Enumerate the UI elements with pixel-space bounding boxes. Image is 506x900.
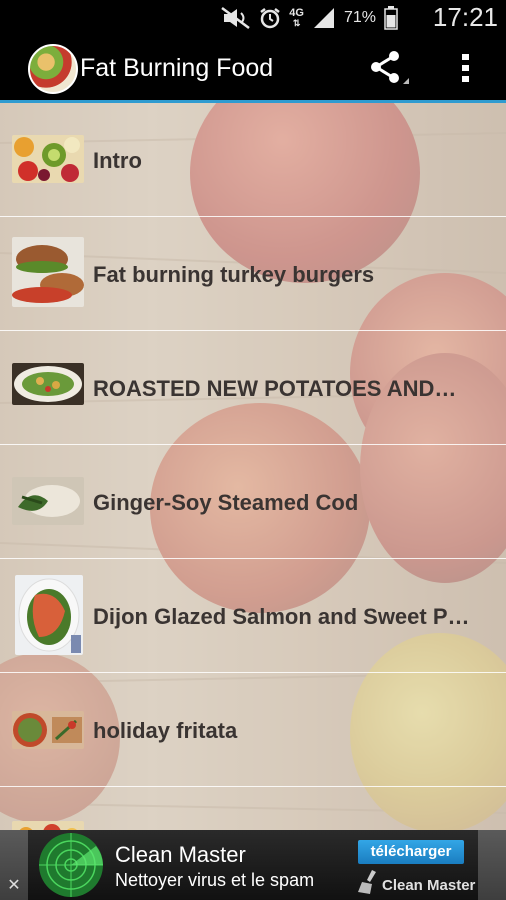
- app-logo-icon[interactable]: [28, 44, 78, 94]
- signal-icon: [313, 8, 334, 28]
- salmon-thumbnail: [15, 575, 83, 655]
- recipe-list-area[interactable]: Intro Fat burning turkey burgers ROASTED…: [0, 103, 506, 830]
- fritata-thumbnail: [12, 711, 84, 749]
- list-item[interactable]: Dijon Glazed Salmon and Sweet P…: [0, 559, 506, 673]
- list-item[interactable]: Ginger-Soy Steamed Cod: [0, 445, 506, 559]
- battery-icon: [384, 6, 398, 30]
- roasted-potatoes-thumbnail: [12, 363, 84, 405]
- ad-banner[interactable]: ✕ Clean Master Nettoyer virus et le spam…: [0, 830, 506, 900]
- status-icons: 4G ⇅ 71%: [221, 6, 398, 30]
- fruit-salad-thumbnail: [12, 135, 84, 183]
- ad-content[interactable]: Clean Master Nettoyer virus et le spam t…: [28, 830, 478, 900]
- recipe-list: Intro Fat burning turkey burgers ROASTED…: [0, 103, 506, 830]
- ad-download-button[interactable]: télécharger: [358, 840, 464, 864]
- list-item[interactable]: Fat burning turkey burgers: [0, 217, 506, 331]
- clock: 17:21: [432, 2, 498, 32]
- mute-icon: [221, 7, 251, 29]
- partial-thumbnail: [12, 821, 84, 830]
- alarm-icon: [260, 8, 281, 29]
- list-item[interactable]: ROASTED NEW POTATOES AND…: [0, 331, 506, 445]
- action-bar: Fat Burning Food: [0, 36, 506, 103]
- ad-brand-label: Clean Master: [382, 877, 476, 894]
- network-4g-icon: 4G ⇅: [289, 7, 304, 29]
- ad-title: Clean Master: [115, 842, 246, 867]
- app-title: Fat Burning Food: [80, 54, 274, 82]
- list-item-label: Intro: [93, 148, 142, 173]
- list-item-label: Fat burning turkey burgers: [93, 262, 375, 287]
- broom-icon: [358, 870, 376, 894]
- list-item-label: Dijon Glazed Salmon and Sweet P…: [93, 604, 470, 629]
- turkey-burgers-thumbnail: [12, 237, 84, 307]
- radar-icon: [39, 833, 103, 897]
- ad-close-icon[interactable]: ✕: [4, 876, 24, 896]
- ad-subtitle: Nettoyer virus et le spam: [115, 870, 315, 890]
- list-item[interactable]: Intro: [0, 103, 506, 217]
- list-item[interactable]: [0, 787, 506, 830]
- battery-percent: 71%: [343, 9, 376, 26]
- list-item-label: Ginger-Soy Steamed Cod: [93, 490, 359, 515]
- share-icon[interactable]: [368, 50, 410, 86]
- list-item-label: holiday fritata: [93, 718, 238, 743]
- overflow-menu-icon[interactable]: [456, 50, 476, 86]
- list-item-label: ROASTED NEW POTATOES AND…: [93, 376, 457, 401]
- status-bar: 4G ⇅ 71% 17:21: [0, 0, 506, 36]
- steamed-cod-thumbnail: [12, 477, 84, 525]
- list-item[interactable]: holiday fritata: [0, 673, 506, 787]
